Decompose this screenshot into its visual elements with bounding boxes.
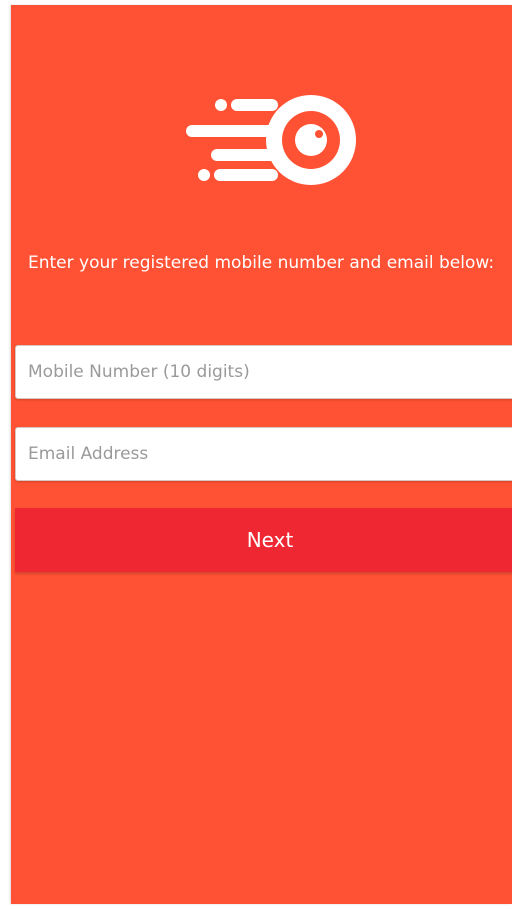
email-address-input[interactable] [16,428,512,480]
email-field-container [15,427,512,481]
comet-eye-logo-icon [186,95,356,185]
mobile-number-input[interactable] [16,346,512,398]
next-button[interactable]: Next [15,508,512,572]
mobile-number-field-container [15,345,512,399]
instruction-text: Enter your registered mobile number and … [28,253,495,273]
login-screen: Enter your registered mobile number and … [11,5,512,904]
